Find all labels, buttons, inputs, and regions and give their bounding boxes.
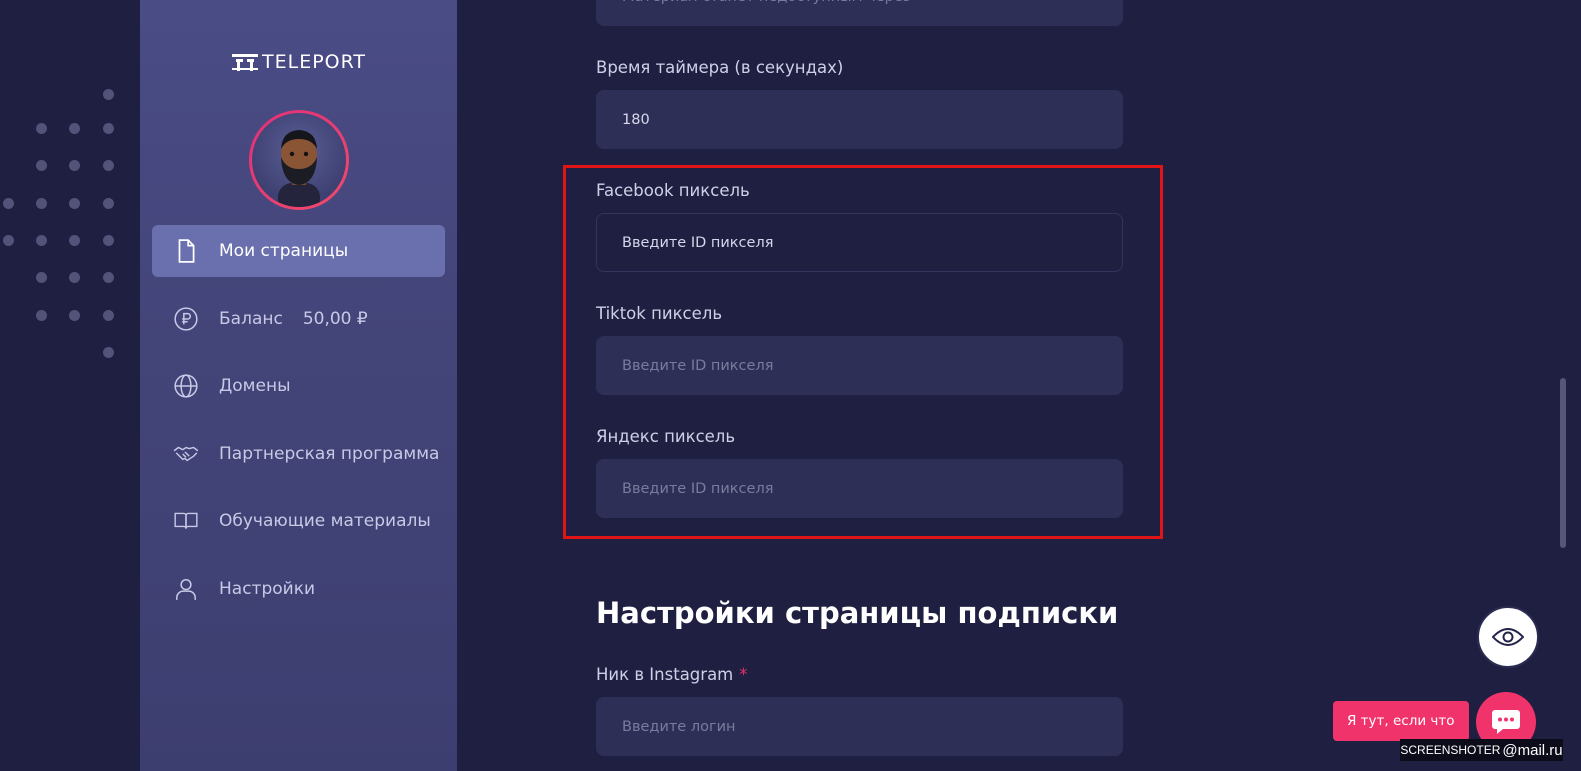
facebook-pixel-label: Facebook пиксель (596, 181, 750, 200)
sidebar-item-label: Баланс (219, 308, 283, 329)
chat-bubble[interactable]: Я тут, если что (1333, 701, 1469, 741)
brand-logo[interactable]: TELEPORT (232, 50, 366, 74)
preview-button[interactable] (1477, 606, 1539, 668)
yandex-pixel-input[interactable]: Введите ID пикселя (596, 459, 1123, 518)
yandex-pixel-label: Яндекс пиксель (596, 427, 736, 446)
decorative-dots (0, 85, 140, 365)
sidebar-item-learning-materials[interactable]: Обучающие материалы (152, 495, 445, 547)
sidebar-item-my-pages[interactable]: Мои страницы (152, 225, 445, 277)
sidebar-item-label: Настройки (219, 578, 316, 599)
facebook-pixel-input[interactable]: Введите ID пикселя (596, 213, 1123, 272)
book-icon (172, 507, 200, 535)
user-icon (172, 575, 200, 603)
document-icon (172, 237, 200, 265)
sidebar-item-label: Домены (219, 376, 291, 396)
teleport-logo-icon (232, 54, 258, 71)
sidebar-item-partner-program[interactable]: Партнерская программа (152, 428, 445, 480)
instagram-label: Ник в Instagram * (596, 665, 748, 684)
sidebar-item-label: Мои страницы (219, 241, 349, 261)
availability-text-input[interactable]: Материал станет недоступным через (596, 0, 1123, 26)
chat-icon (1492, 710, 1520, 734)
subscribe-section-title: Настройки страницы подписки (596, 596, 1119, 630)
tiktok-pixel-input[interactable]: Введите ID пикселя (596, 336, 1123, 395)
instagram-input[interactable]: Введите логин (596, 697, 1123, 756)
scrollbar-thumb[interactable] (1560, 378, 1566, 548)
sidebar-item-settings[interactable]: Настройки (152, 563, 445, 615)
watermark-suffix: @mail.ru (1502, 741, 1563, 759)
sidebar-nav: Мои страницы Баланс 50,00 ₽ Домены Партн… (152, 225, 445, 630)
screenshoter-watermark: SCREENSHOTER @mail.ru (1400, 739, 1563, 761)
sidebar-item-label: Обучающие материалы (219, 511, 431, 531)
timer-input[interactable]: 180 (596, 90, 1123, 149)
required-mark: * (739, 665, 748, 684)
sidebar-item-balance[interactable]: Баланс 50,00 ₽ (152, 293, 445, 345)
instagram-label-text: Ник в Instagram (596, 665, 734, 684)
avatar-illustration (278, 130, 320, 207)
watermark-prefix: SCREENSHOTER (1400, 743, 1501, 757)
avatar[interactable] (249, 110, 349, 210)
eye-icon (1492, 628, 1524, 646)
globe-icon (172, 372, 200, 400)
sidebar-item-label: Партнерская программа (219, 443, 440, 464)
timer-label: Время таймера (в секундах) (596, 58, 844, 77)
brand-name: TELEPORT (262, 51, 367, 73)
scrollbar[interactable] (1559, 0, 1567, 771)
sidebar: TELEPORT Мои страницы Баланс 50,00 ₽ Дом… (140, 0, 457, 771)
sidebar-item-domains[interactable]: Домены (152, 360, 445, 412)
balance-value: 50,00 ₽ (302, 308, 368, 329)
handshake-icon (172, 440, 200, 468)
ruble-icon (172, 305, 200, 333)
tiktok-pixel-label: Tiktok пиксель (596, 304, 723, 323)
